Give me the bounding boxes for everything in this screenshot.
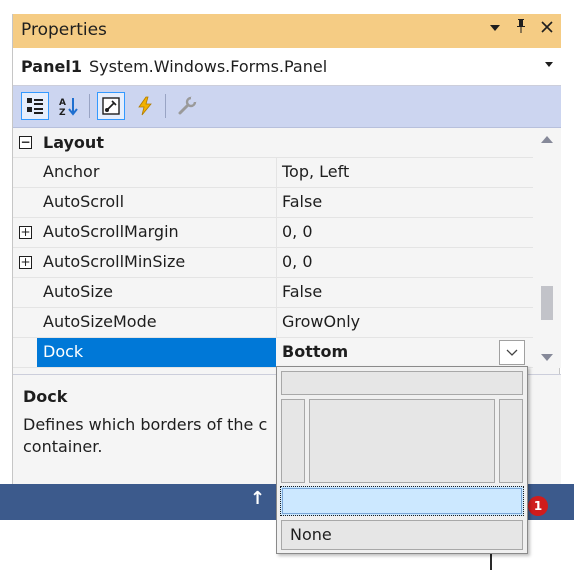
arrow-up-icon[interactable]: ↑ [250,488,265,509]
description-title: Dock [23,387,68,406]
scroll-thumb[interactable] [541,286,553,320]
property-value[interactable]: False [282,282,322,301]
column-divider[interactable] [276,278,277,308]
svg-text:A: A [59,98,66,108]
property-value[interactable]: 0, 0 [282,252,313,271]
column-divider[interactable] [276,308,277,338]
window-title: Properties [21,20,107,40]
notification-badge[interactable]: 1 [528,496,548,516]
none-label: None [290,525,332,544]
column-divider[interactable] [276,248,277,278]
property-name: Anchor [43,162,100,181]
chevron-down-icon [506,349,518,356]
collapse-icon[interactable]: − [19,136,32,149]
toolbar-separator [165,94,166,118]
svg-text:Z: Z [59,108,66,117]
properties-icon [102,97,120,115]
property-name: AutoScroll [43,192,125,211]
categorized-button[interactable] [21,92,49,120]
column-divider[interactable] [276,158,277,188]
dock-right-option[interactable] [499,399,523,483]
vertical-scrollbar[interactable] [533,128,561,368]
property-grid: − Layout Anchor Top, Left AutoScroll Fal… [13,128,533,368]
dock-top-option[interactable] [281,371,523,395]
toolbar-separator [89,94,90,118]
window-menu-icon[interactable] [487,18,503,38]
close-icon[interactable] [539,18,555,38]
property-value[interactable]: GrowOnly [282,312,360,331]
wrench-icon [178,96,197,115]
property-value[interactable]: Top, Left [282,162,349,181]
chevron-down-icon[interactable] [545,62,553,67]
category-label: Layout [43,133,104,152]
categorized-icon [27,98,43,114]
property-row[interactable]: AutoScroll False [13,188,533,218]
object-name: Panel1 [21,57,82,76]
dock-bottom-option[interactable] [280,486,524,516]
property-row[interactable]: + AutoScrollMargin 0, 0 [13,218,533,248]
properties-button[interactable] [97,92,125,120]
column-divider[interactable] [276,188,277,218]
pin-icon[interactable] [513,18,529,38]
events-button[interactable] [131,92,159,120]
property-pages-button[interactable] [173,92,201,120]
property-row[interactable]: AutoSize False [13,278,533,308]
object-type: System.Windows.Forms.Panel [89,57,328,76]
description-text: Defines which borders of the c [23,415,268,434]
dock-fill-option[interactable] [309,399,495,483]
property-toolbar: A Z [13,86,561,128]
property-value[interactable]: False [282,192,322,211]
alphabetical-icon: A Z [59,98,78,117]
scroll-down-icon[interactable] [541,354,553,361]
dock-picker-popup: None [276,366,528,554]
property-name: AutoSize [43,282,113,301]
category-row-layout[interactable]: − Layout [13,128,533,158]
property-name: Dock [43,342,84,361]
events-icon [138,96,152,116]
property-name: AutoSizeMode [43,312,157,331]
selection-focus [282,488,522,514]
expand-icon[interactable]: + [19,256,32,269]
object-selector[interactable]: Panel1 System.Windows.Forms.Panel [13,48,561,86]
scroll-up-icon[interactable] [541,136,553,143]
property-row-selected[interactable]: Dock Bottom [13,338,533,368]
column-divider[interactable] [276,218,277,248]
title-bar: Properties [13,14,561,48]
property-name: AutoScrollMinSize [43,252,186,271]
value-dropdown-button[interactable] [499,340,525,365]
property-value[interactable]: Bottom [282,342,348,361]
property-value[interactable]: 0, 0 [282,222,313,241]
dock-none-option[interactable]: None [281,520,523,550]
property-row[interactable]: AutoSizeMode GrowOnly [13,308,533,338]
title-controls [487,18,555,38]
property-row[interactable]: Anchor Top, Left [13,158,533,188]
expand-icon[interactable]: + [19,226,32,239]
alphabetical-button[interactable]: A Z [55,92,83,120]
description-text-continued: container. [23,437,103,456]
dock-left-option[interactable] [281,399,305,483]
property-row[interactable]: + AutoScrollMinSize 0, 0 [13,248,533,278]
property-name: AutoScrollMargin [43,222,179,241]
